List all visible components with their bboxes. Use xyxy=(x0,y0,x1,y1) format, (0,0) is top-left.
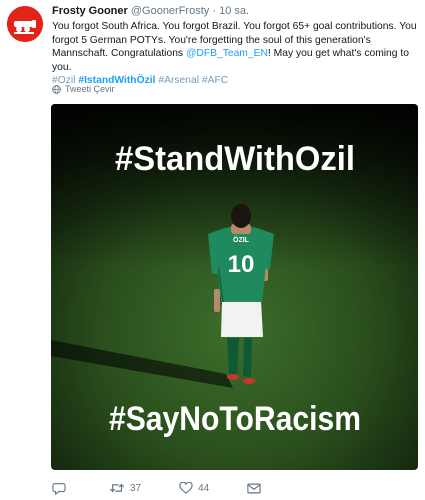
hashtag-afc[interactable]: #AFC xyxy=(202,75,228,86)
author-name[interactable]: Frosty Gooner xyxy=(52,5,128,17)
translate-tweet-link[interactable]: Tweeti Çevir xyxy=(52,84,115,94)
image-top-hashtag: #StandWithOzil xyxy=(115,140,355,178)
translate-label: Tweeti Çevir xyxy=(65,84,115,94)
separator-dot: · xyxy=(212,5,217,17)
tweet-image[interactable]: ÖZIL 10 #StandWithOzil #SayNoToRacism xyxy=(51,104,418,470)
tweet-timestamp[interactable]: 10 sa. xyxy=(219,5,249,17)
tweet-header: Frosty Gooner @GoonerFrosty · 10 sa. xyxy=(52,5,249,17)
shirt-name: ÖZIL xyxy=(233,235,250,244)
cannon-logo-icon xyxy=(7,6,43,42)
reply-icon xyxy=(52,482,66,495)
author-handle[interactable]: @GoonerFrosty xyxy=(131,5,209,17)
direct-message-button[interactable] xyxy=(247,483,261,494)
retweet-button[interactable]: 37 xyxy=(109,482,141,494)
globe-icon xyxy=(52,84,61,94)
mention-link[interactable]: @DFB_Team_EN xyxy=(186,48,268,59)
heart-icon xyxy=(179,482,193,494)
retweet-count: 37 xyxy=(130,482,142,494)
shirt-number: 10 xyxy=(228,251,255,278)
hashtag-arsenal[interactable]: #Arsenal xyxy=(158,75,199,86)
image-bottom-hashtag: #SayNoToRacism xyxy=(109,400,361,438)
reply-button[interactable] xyxy=(52,482,71,495)
tweet-card: Frosty Gooner @GoonerFrosty · 10 sa. You… xyxy=(0,0,425,500)
tweet-actions: 37 44 xyxy=(52,478,412,498)
ozil-photo: ÖZIL 10 #StandWithOzil #SayNoToRacism xyxy=(51,104,418,470)
avatar[interactable] xyxy=(7,6,43,42)
like-button[interactable]: 44 xyxy=(179,482,209,494)
envelope-icon xyxy=(247,483,261,493)
retweet-icon xyxy=(109,483,125,493)
tweet-text: You forgot South Africa. You forgot Braz… xyxy=(52,20,420,88)
like-count: 44 xyxy=(198,482,210,494)
